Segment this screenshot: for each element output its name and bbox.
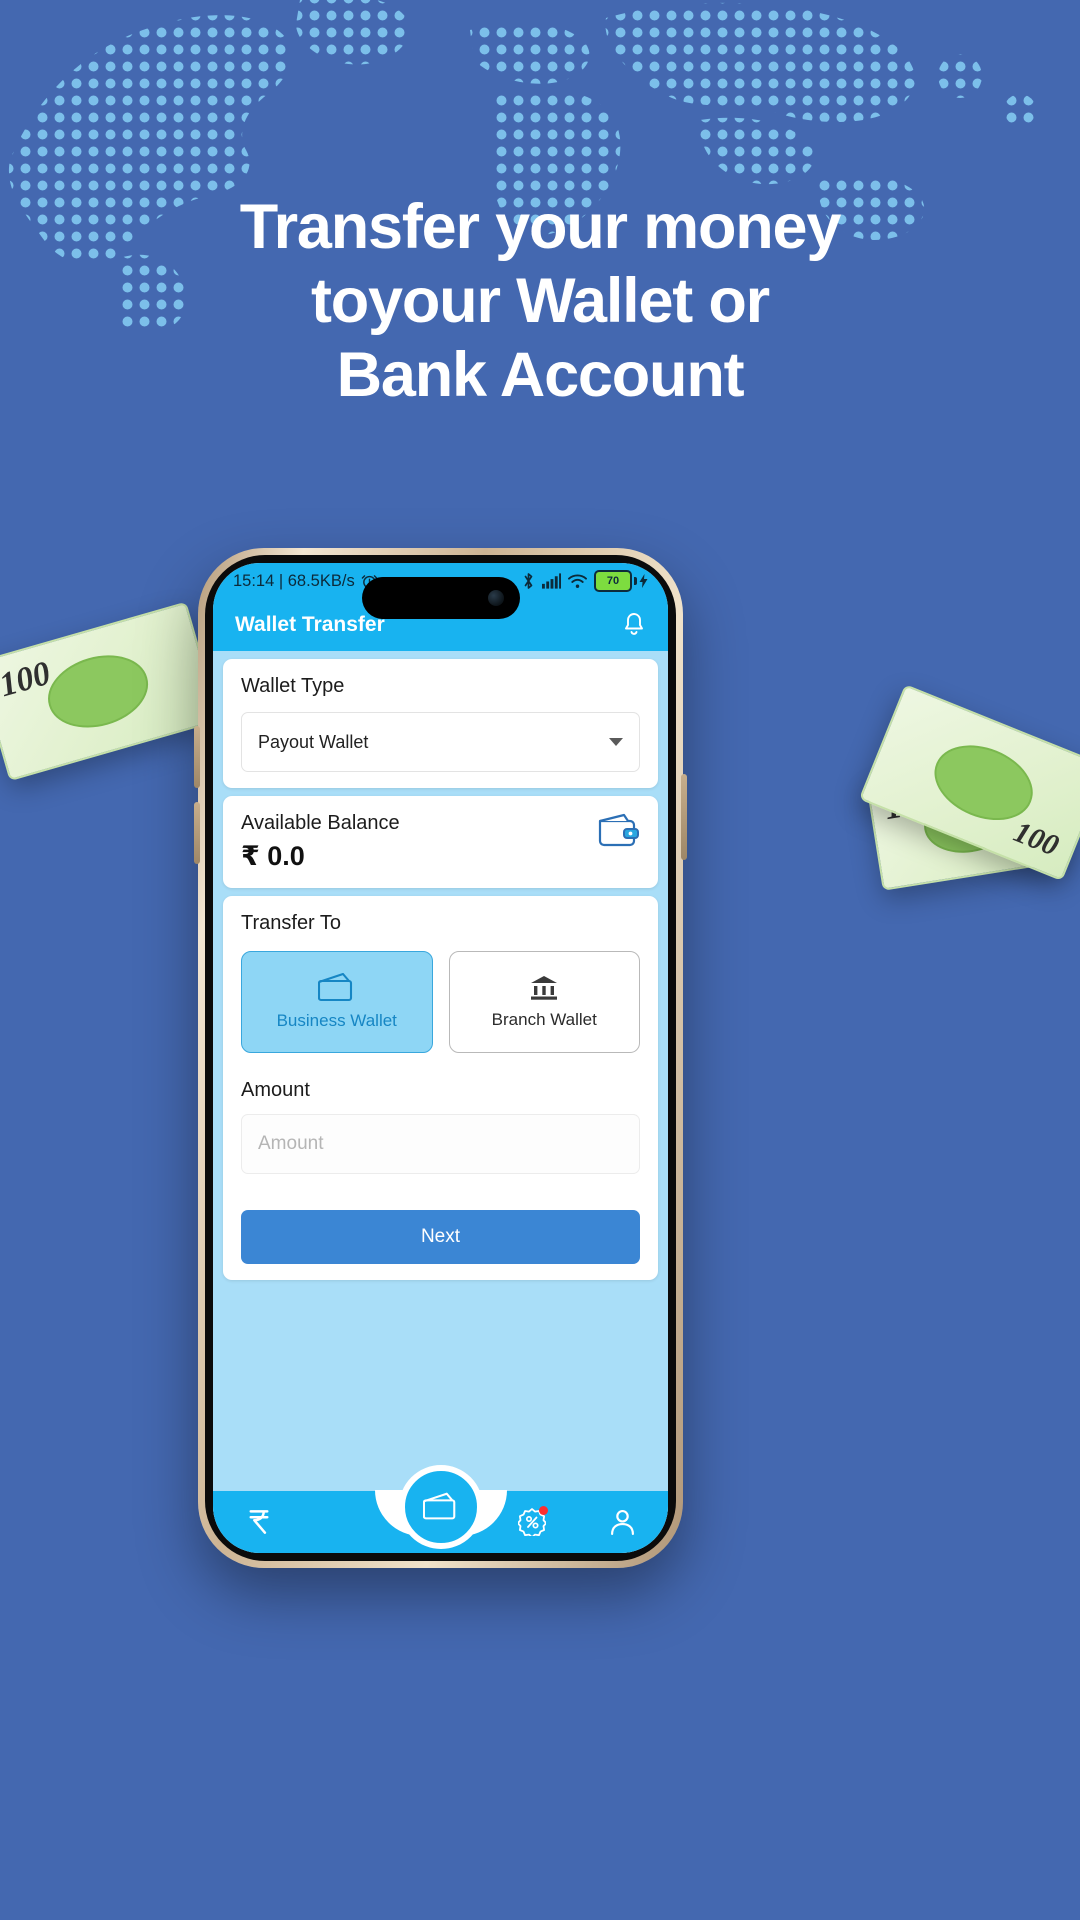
available-balance-amount: ₹ 0.0 [241, 841, 305, 871]
amount-label: Amount [241, 1079, 310, 1101]
transfer-option-label: Business Wallet [276, 1011, 397, 1030]
next-button[interactable]: Next [241, 1210, 640, 1264]
promo-banner: Transfer your money toyour Wallet or Ban… [0, 0, 1080, 1920]
app-title: Wallet Transfer [235, 613, 385, 636]
bottom-navigation [213, 1465, 668, 1553]
wallet-type-selected-value: Payout Wallet [258, 731, 369, 752]
person-icon [611, 1509, 634, 1535]
chevron-down-icon [609, 738, 623, 746]
bank-icon [531, 976, 558, 1000]
rupee-icon [248, 1510, 269, 1534]
wallet-type-card: Wallet Type Payout Wallet [223, 659, 658, 788]
transfer-option-business-wallet[interactable]: Business Wallet [241, 951, 433, 1053]
headline-line-1: Transfer your money [239, 192, 842, 262]
wallet-icon [422, 1492, 455, 1520]
note-oval [39, 644, 157, 739]
app-content: Wallet Type Payout Wallet Available Bala… [213, 651, 668, 1553]
wallet-type-select[interactable]: Payout Wallet [241, 712, 640, 772]
amount-placeholder: Amount [258, 1133, 324, 1154]
transfer-to-card: Transfer To Business Wallet Branch Walle… [223, 896, 658, 1280]
headline-line-2: toyour Wallet or [311, 266, 770, 336]
wifi-icon [568, 573, 587, 588]
note-denomination: 100 [1009, 815, 1064, 864]
battery-level-label: 70 [594, 570, 632, 592]
headline: Transfer your money toyour Wallet or Ban… [0, 190, 1080, 412]
phone-mockup: 15:14 | 68.5KB/s 70 Wallet Transfer Wall… [194, 548, 687, 1568]
next-button-label: Next [420, 1226, 461, 1247]
available-balance-label: Available Balance [241, 812, 400, 834]
available-balance-card: Available Balance ₹ 0.0 [223, 796, 658, 888]
volume-down-button[interactable] [194, 802, 200, 864]
transfer-to-options: Business Wallet Branch Wallet [241, 951, 640, 1053]
transfer-option-branch-wallet[interactable]: Branch Wallet [448, 951, 640, 1053]
money-note-left: 100 [0, 601, 221, 782]
volume-up-button[interactable] [194, 726, 200, 788]
charging-bolt-icon [639, 574, 648, 588]
battery-indicator: 70 [594, 570, 648, 592]
dynamic-island [361, 577, 520, 619]
nav-item-profile[interactable] [577, 1509, 668, 1536]
wallet-type-label: Wallet Type [241, 675, 345, 697]
transfer-to-label: Transfer To [241, 912, 342, 934]
transfer-option-label: Branch Wallet [491, 1010, 597, 1029]
front-camera-icon [487, 590, 504, 606]
battery-cap [634, 577, 637, 585]
status-bar-time-speed: 15:14 | 68.5KB/s [233, 571, 355, 590]
bluetooth-icon [524, 573, 533, 589]
nav-item-wallet-fab[interactable] [398, 1465, 483, 1549]
cellular-signal-icon [542, 573, 561, 589]
wallet-icon [317, 973, 352, 1002]
headline-line-3: Bank Account [336, 340, 745, 410]
offers-badge [538, 1506, 548, 1515]
amount-input[interactable]: Amount [241, 1114, 640, 1174]
power-button[interactable] [681, 774, 687, 860]
bell-icon[interactable] [622, 612, 646, 638]
wallet-icon [598, 813, 639, 847]
nav-item-rupee[interactable] [213, 1509, 304, 1535]
phone-screen: 15:14 | 68.5KB/s 70 Wallet Transfer Wall… [213, 563, 668, 1553]
